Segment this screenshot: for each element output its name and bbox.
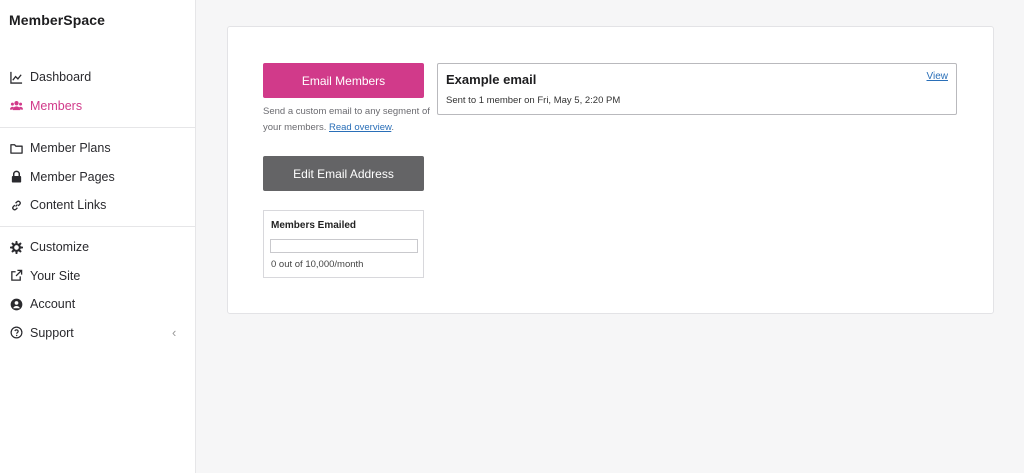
help-suffix: . <box>391 122 394 133</box>
nav-group-primary: Dashboard Members <box>0 63 195 120</box>
sidebar-item-label: Support <box>30 325 74 340</box>
sidebar-item-member-plans[interactable]: Member Plans <box>0 134 195 163</box>
sidebar: MemberSpace Dashboard Members Member Pla… <box>0 0 196 473</box>
chart-line-icon <box>10 71 23 84</box>
quota-text: 0 out of 10,000/month <box>271 259 364 270</box>
gear-icon <box>10 240 23 254</box>
sidebar-item-support[interactable]: Support <box>0 319 195 348</box>
sidebar-item-label: Content Links <box>30 198 107 213</box>
read-overview-link[interactable]: Read overview <box>329 122 391 133</box>
question-circle-icon <box>10 326 23 339</box>
nav-group-content: Member Plans Member Pages Content Links <box>0 134 195 220</box>
quota-progress-bar <box>270 239 418 253</box>
email-sent-info: Sent to 1 member on Fri, May 5, 2:20 PM <box>446 95 621 106</box>
sidebar-item-label: Customize <box>30 240 90 255</box>
sidebar-item-label: Dashboard <box>30 70 92 85</box>
sidebar-item-customize[interactable]: Customize <box>0 233 195 262</box>
email-list-item: Example email Sent to 1 member on Fri, M… <box>437 63 957 115</box>
sidebar-item-your-site[interactable]: Your Site <box>0 262 195 291</box>
folder-icon <box>10 142 23 155</box>
sidebar-item-account[interactable]: Account <box>0 290 195 319</box>
sidebar-item-member-pages[interactable]: Member Pages <box>0 163 195 192</box>
link-icon <box>10 199 23 212</box>
sidebar-item-dashboard[interactable]: Dashboard <box>0 63 195 92</box>
lock-icon <box>10 170 23 183</box>
external-link-icon <box>10 269 23 282</box>
sidebar-divider <box>0 127 195 128</box>
email-title: Example email <box>446 72 537 87</box>
quota-title: Members Emailed <box>271 220 357 231</box>
sidebar-divider <box>0 226 195 227</box>
users-icon <box>10 99 23 112</box>
user-circle-icon <box>10 298 23 311</box>
email-members-button[interactable]: Email Members <box>263 63 424 98</box>
view-email-link[interactable]: View <box>927 71 949 82</box>
email-help-text: Send a custom email to any segment of yo… <box>263 104 433 136</box>
sidebar-item-content-links[interactable]: Content Links <box>0 191 195 220</box>
members-emailed-panel: Members Emailed 0 out of 10,000/month <box>263 210 424 278</box>
sidebar-item-label: Members <box>30 98 83 113</box>
sidebar-item-label: Member Pages <box>30 169 115 184</box>
sidebar-item-members[interactable]: Members <box>0 92 195 121</box>
nav-group-settings: Customize Your Site Account Support <box>0 233 195 347</box>
sidebar-item-label: Member Plans <box>30 141 111 156</box>
sidebar-item-label: Your Site <box>30 268 81 283</box>
app-logo[interactable]: MemberSpace <box>9 12 105 28</box>
sidebar-item-label: Account <box>30 297 76 312</box>
collapse-sidebar-icon[interactable]: ‹ <box>172 325 176 340</box>
edit-email-address-button[interactable]: Edit Email Address <box>263 156 424 191</box>
